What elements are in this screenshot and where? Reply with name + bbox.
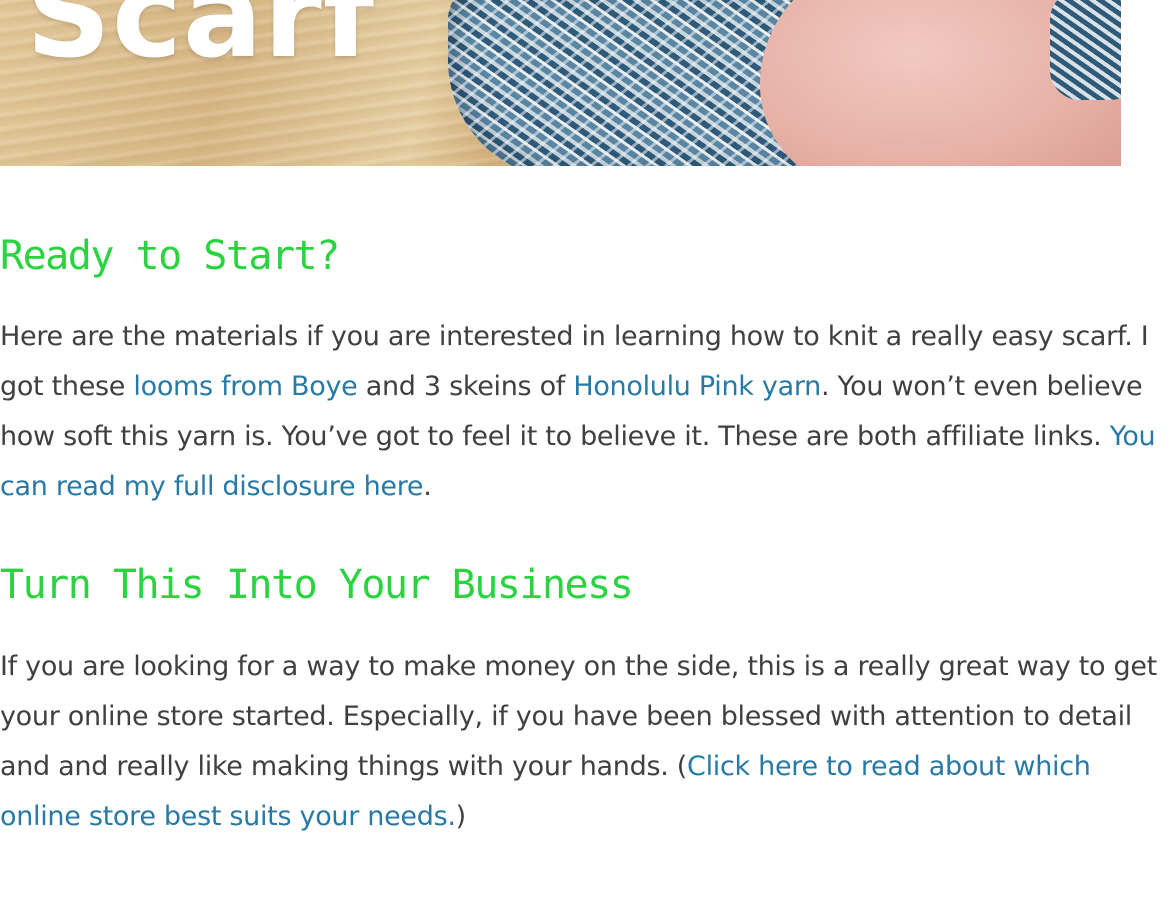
knitted-scarf-edge — [1050, 0, 1121, 100]
paragraph-materials: Here are the materials if you are intere… — [0, 312, 1160, 512]
paragraph-text: . — [423, 471, 432, 502]
paragraph-text: and 3 skeins of — [357, 371, 574, 402]
hero-title: Scarf — [26, 0, 376, 84]
hero-image: Scarf — [0, 0, 1121, 166]
link-looms-from-boye[interactable]: looms from Boye — [133, 371, 357, 402]
paragraph-business: If you are looking for a way to make mon… — [0, 642, 1160, 842]
link-honolulu-pink-yarn[interactable]: Honolulu Pink yarn — [573, 371, 821, 402]
heading-ready-to-start: Ready to Start? — [0, 233, 340, 279]
heading-turn-this-into-your-business: Turn This Into Your Business — [0, 562, 634, 608]
paragraph-text: ) — [455, 801, 467, 832]
